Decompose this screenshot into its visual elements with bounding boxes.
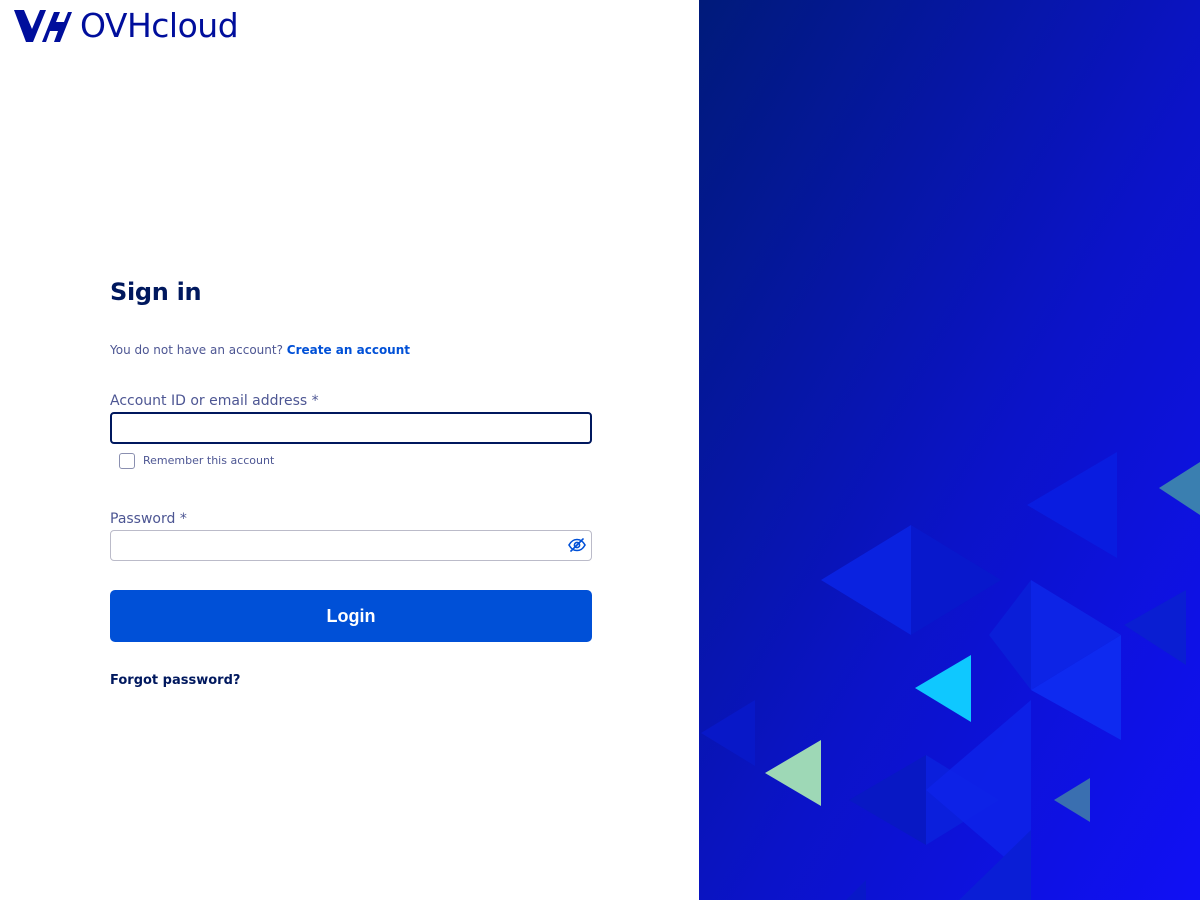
password-field-wrapper [110,530,592,561]
password-label: Password * [110,511,187,527]
hero-background [699,0,1200,900]
ovhcloud-logo[interactable]: OVHcloud [12,6,239,46]
no-account-text: You do not have an account? [110,343,283,357]
hero-triangles-illustration [699,0,1200,900]
create-account-link[interactable]: Create an account [287,343,410,357]
password-input[interactable] [110,530,592,561]
account-id-input[interactable] [110,412,592,444]
login-button[interactable]: Login [110,590,592,642]
remember-account-label[interactable]: Remember this account [143,453,274,469]
login-panel: OVHcloud Sign in You do not have an acco… [0,0,699,900]
account-id-label: Account ID or email address * [110,393,319,409]
page-title: Sign in [110,278,202,306]
forgot-password-link[interactable]: Forgot password? [110,673,240,689]
signup-prompt: You do not have an account? Create an ac… [110,342,590,358]
ovh-logo-icon [14,10,72,42]
remember-account-checkbox[interactable] [119,453,135,469]
signin-form: Sign in You do not have an account? Crea… [110,276,592,689]
eye-slash-icon[interactable] [568,536,586,554]
remember-account-row[interactable]: Remember this account [119,452,590,470]
brand-name: OVHcloud [80,6,239,45]
